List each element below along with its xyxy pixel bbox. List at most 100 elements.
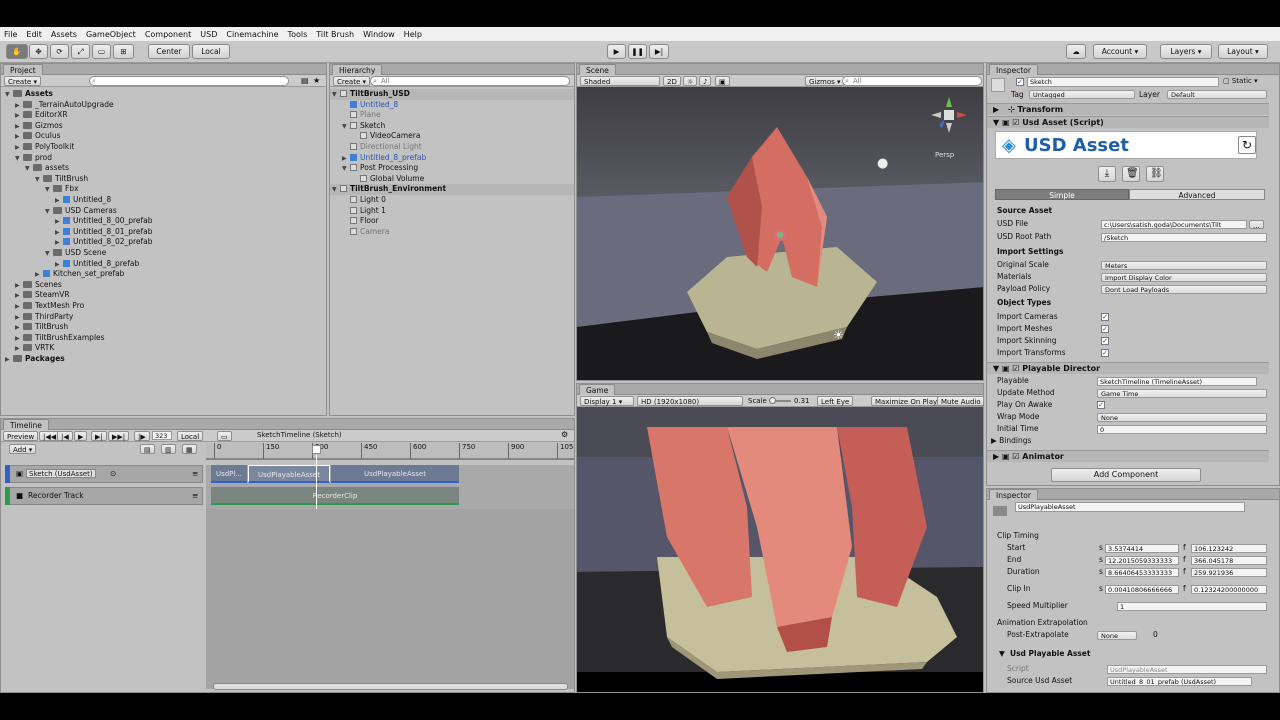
payload-dropdown[interactable]: Dont Load Payloads [1101, 284, 1267, 294]
static-toggle[interactable]: ▢ Static ▾ [1223, 77, 1258, 85]
delete-button[interactable]: 🗑 [1122, 166, 1140, 182]
expand-arrow-icon[interactable]: ▼ [45, 185, 53, 196]
timeline-asset-button[interactable]: ▭ [217, 431, 232, 441]
asset-name-field[interactable]: UsdPlayableAsset [1015, 502, 1245, 512]
advanced-tab[interactable]: Advanced [1129, 189, 1265, 200]
resolution-dropdown[interactable]: HD (1920x1080) [637, 396, 743, 406]
project-create-button[interactable]: Create ▾ [4, 76, 42, 86]
lighting-toggle[interactable]: ☼ [683, 76, 698, 86]
playable-field[interactable]: SketchTimeline (TimelineAsset) [1097, 376, 1257, 386]
shading-dropdown[interactable]: Shaded [580, 76, 660, 86]
project-item[interactable]: ▼ TiltBrush [35, 174, 88, 185]
project-item[interactable]: ▶ TiltBrush [15, 322, 68, 333]
menu-file[interactable]: File [4, 30, 17, 39]
project-item[interactable]: ▼ assets [25, 163, 69, 174]
preview-toggle[interactable]: Preview [3, 431, 39, 441]
import-skinning-checkbox[interactable]: ✓ [1101, 337, 1109, 345]
project-item[interactable]: ▶ Scenes [15, 280, 62, 291]
source-usd-field[interactable]: Untitled_8_01_prefab (UsdAsset) [1107, 676, 1252, 686]
clipin-seconds-field[interactable]: 0.00410806666666 [1105, 584, 1179, 594]
usd-clip-1[interactable]: UsdPl... [211, 465, 247, 483]
gizmos-dropdown[interactable]: Gizmos ▾ [805, 76, 845, 86]
game-tab[interactable]: Game [579, 384, 616, 395]
mute-audio-toggle[interactable]: Mute Audio [937, 396, 983, 406]
frame-field[interactable]: 323 [152, 431, 172, 440]
project-item[interactable]: ▶ ThirdParty [15, 312, 73, 323]
play-on-awake-checkbox[interactable]: ✓ [1097, 401, 1105, 409]
curves-toggle[interactable]: ▤ [140, 444, 155, 454]
animator-header[interactable]: ▶ ▣ ☑ Animator [987, 450, 1269, 462]
hierarchy-item[interactable]: Light 0 [330, 195, 574, 206]
track-menu-icon[interactable]: ≡ [192, 488, 198, 504]
hierarchy-scene[interactable]: ▼ TiltBrush_USD [330, 89, 574, 100]
game-viewport[interactable] [577, 407, 983, 692]
track-menu-icon[interactable]: ≡ [192, 466, 198, 482]
hierarchy-item[interactable]: ▶ Untitled_8_prefab [330, 153, 574, 164]
layers-dropdown[interactable]: Layers ▾ [1160, 44, 1212, 59]
time-mode-button[interactable]: Local [177, 431, 204, 441]
add-component-button[interactable]: Add Component [1051, 468, 1201, 482]
transform-header[interactable]: ▶ ⊹ Transform [987, 103, 1269, 115]
orig-scale-dropdown[interactable]: Meters [1101, 260, 1267, 270]
tag-dropdown[interactable]: Untagged [1029, 90, 1135, 99]
project-search-input[interactable]: ⌕ [89, 76, 289, 86]
account-dropdown[interactable]: Account ▾ [1093, 44, 1147, 59]
hierarchy-item[interactable]: Plane [330, 110, 574, 121]
pause-button[interactable]: ❚❚ [628, 44, 647, 59]
usd-file-field[interactable]: c:\Users\satish.goda\Documents\Tilt [1101, 219, 1247, 229]
layout-dropdown[interactable]: Layout ▾ [1218, 44, 1268, 59]
maximize-on-play-toggle[interactable]: Maximize On Play [871, 396, 942, 406]
move-tool-button[interactable]: ✥ [29, 44, 48, 59]
hierarchy-item[interactable]: ▼ Sketch [330, 121, 574, 132]
prev-frame-button[interactable]: |◀ [57, 431, 73, 441]
menu-gameobject[interactable]: GameObject [86, 30, 136, 39]
project-item[interactable]: ▶ TextMesh Pro [15, 301, 84, 312]
project-item[interactable]: ▶ TiltBrushExamples [15, 333, 105, 344]
duration-frames-field[interactable]: 259.921936 [1191, 567, 1267, 577]
usd-clip-3[interactable]: UsdPlayableAsset [331, 465, 459, 483]
hierarchy-item[interactable]: Untitled_8 [330, 100, 574, 111]
project-item[interactable]: ▶ Untitled_8_01_prefab [55, 227, 153, 238]
project-tab[interactable]: Project [3, 64, 43, 75]
link-button[interactable]: ⛓ [1146, 166, 1164, 182]
track-header-recorder[interactable]: ■ Recorder Track ≡ [5, 487, 203, 505]
inspector-tab[interactable]: Inspector [989, 64, 1038, 75]
recorder-clip[interactable]: RecorderClip [211, 487, 459, 505]
project-item[interactable]: ▶ Oculus [15, 131, 61, 142]
simple-tab[interactable]: Simple [995, 189, 1129, 200]
usd-root-field[interactable]: /Sketch [1101, 232, 1267, 242]
target-icon[interactable]: ⊙ [110, 466, 116, 482]
playable-director-header[interactable]: ▼ ▣ ☑ Playable Director [987, 362, 1269, 374]
expand-arrow-icon[interactable]: ▼ [25, 164, 33, 175]
track-header-usd[interactable]: ▣ Sketch (UsdAsset) ⊙ ≡ [5, 465, 203, 483]
goto-end-button[interactable]: ▶▶| [108, 431, 130, 441]
eye-dropdown[interactable]: Left Eye [817, 396, 854, 406]
play-button[interactable]: ▶ [607, 44, 626, 59]
filter-icon[interactable]: ★ [313, 76, 320, 85]
project-item[interactable]: ▼ Assets [5, 89, 53, 100]
hierarchy-item[interactable]: Floor [330, 216, 574, 227]
clipin-frames-field[interactable]: 0.12324200000000 [1191, 584, 1267, 594]
menu-help[interactable]: Help [404, 30, 422, 39]
project-item[interactable]: ▼ USD Scene [45, 248, 106, 259]
start-frames-field[interactable]: 106.123242 [1191, 543, 1267, 553]
import-transforms-checkbox[interactable]: ✓ [1101, 349, 1109, 357]
import-meshes-checkbox[interactable]: ✓ [1101, 325, 1109, 333]
play-range-button[interactable]: |▶ [134, 431, 150, 441]
step-button[interactable]: ▶| [649, 44, 669, 59]
display-dropdown[interactable]: Display 1 ▾ [580, 396, 634, 406]
refresh-button[interactable]: ↻ [1238, 136, 1256, 154]
expand-arrow-icon[interactable]: ▼ [5, 90, 13, 101]
end-seconds-field[interactable]: 12.2015059333333 [1105, 555, 1179, 565]
update-method-dropdown[interactable]: Game Time [1097, 388, 1267, 398]
start-seconds-field[interactable]: 3.5374414 [1105, 543, 1179, 553]
project-item[interactable]: ▶ Untitled_8_02_prefab [55, 237, 153, 248]
project-item[interactable]: ▼ USD Cameras [45, 206, 117, 217]
layer-dropdown[interactable]: Default [1167, 90, 1267, 99]
scale-slider[interactable] [769, 397, 791, 404]
wrap-mode-dropdown[interactable]: None [1097, 412, 1267, 422]
scene-search-input[interactable]: ⌕ All [842, 76, 982, 86]
hierarchy-item[interactable]: ▼ Post Processing [330, 163, 574, 174]
2d-toggle[interactable]: 2D [663, 76, 681, 86]
timeline-tab[interactable]: Timeline [3, 419, 49, 430]
